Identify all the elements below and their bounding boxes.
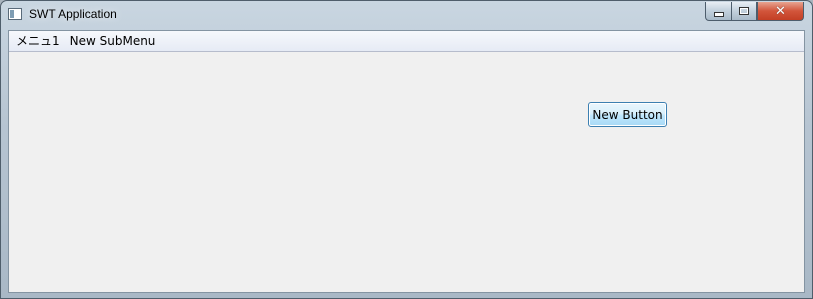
close-icon: ✕	[775, 3, 786, 19]
title-bar[interactable]: SWT Application ✕	[1, 1, 812, 30]
app-icon[interactable]	[8, 8, 22, 20]
new-button[interactable]: New Button	[588, 102, 667, 127]
menu-bar: メニュ1 New SubMenu	[9, 31, 804, 52]
close-button[interactable]: ✕	[757, 2, 804, 21]
menu-item-new-submenu[interactable]: New SubMenu	[65, 31, 161, 51]
minimize-button[interactable]	[705, 2, 732, 21]
maximize-button[interactable]	[731, 2, 757, 21]
maximize-icon	[739, 7, 749, 15]
client-area: メニュ1 New SubMenu New Button	[8, 30, 805, 293]
window-title: SWT Application	[29, 7, 117, 21]
minimize-icon	[713, 11, 724, 17]
menu-item-menu1[interactable]: メニュ1	[11, 31, 65, 51]
app-window: SWT Application ✕ メニュ1 New SubMenu New B…	[0, 0, 813, 299]
